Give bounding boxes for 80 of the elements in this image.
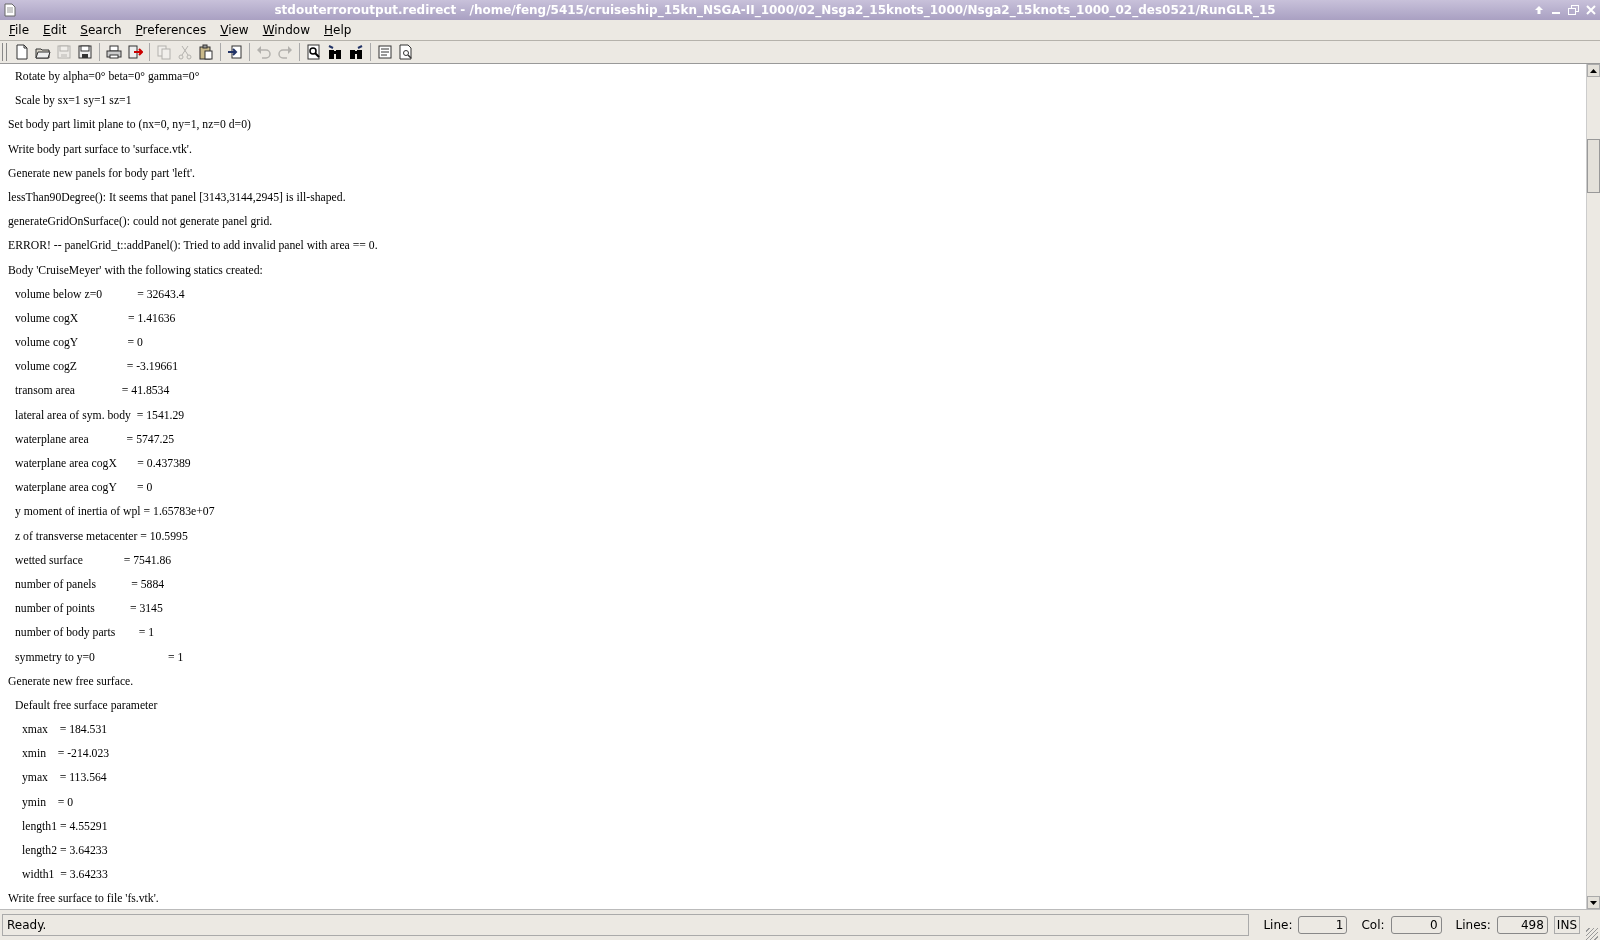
log-line: xmin = -214.023 xyxy=(21,747,111,763)
binoculars-icon xyxy=(327,44,343,60)
log-line: volume below z=0 = 32643.4 xyxy=(14,287,186,303)
log-line: generateGridOnSurface(): could not generate panel grid. xyxy=(8,215,274,231)
printer-icon xyxy=(106,44,122,60)
status-label: Line: xyxy=(1263,918,1293,932)
exit-door-icon xyxy=(127,44,143,60)
toolbar-button[interactable] xyxy=(75,42,95,62)
log-line: xmax = 184.531 xyxy=(21,723,109,739)
log-line: Body 'CruiseMeyer' with the following statics created: xyxy=(8,263,264,279)
document-icon xyxy=(377,44,393,60)
log-line: Write free surface to file 'fs.vtk'. xyxy=(8,892,160,908)
insert-mode-indicator: INS xyxy=(1553,916,1580,934)
status-message: Ready. xyxy=(2,914,1250,936)
log-line: ymax = 113.564 xyxy=(21,771,108,787)
scrollbar[interactable] xyxy=(1586,64,1600,909)
log-line: waterplane area cogY = 0 xyxy=(14,481,154,497)
log-line: lateral area of sym. body = 1541.29 xyxy=(14,408,186,424)
log-line: volume cogZ = -3.19661 xyxy=(14,360,180,376)
log-line: waterplane area cogX = 0.437389 xyxy=(14,457,192,472)
menu-item[interactable]: Edit xyxy=(36,23,74,37)
maximize-icon[interactable] xyxy=(1568,5,1579,15)
log-line: symmetry to y=0 = 1 xyxy=(14,650,185,666)
log-line: ymin = 0 xyxy=(21,795,75,811)
status-label: Lines: xyxy=(1455,918,1491,932)
search-icon xyxy=(306,44,322,60)
import-icon xyxy=(227,44,243,60)
log-line: Generate new free surface. xyxy=(8,674,135,690)
log-line: waterplane area = 5747.25 xyxy=(14,432,176,448)
log-line: length1 = 4.55291 xyxy=(21,819,109,835)
status-field: 498 xyxy=(1496,916,1548,934)
log-line: length2 = 3.64233 xyxy=(21,844,109,859)
log-line: Generate new panels for body part 'left'. xyxy=(8,166,196,182)
up-arrow-icon[interactable] xyxy=(1534,5,1544,15)
toolbar-button[interactable] xyxy=(196,42,216,62)
menu-item[interactable]: Preferences xyxy=(128,23,214,37)
undo-arrow-icon xyxy=(256,44,272,60)
copy-icon xyxy=(156,44,172,60)
close-icon[interactable] xyxy=(1586,5,1596,15)
document-icon xyxy=(4,3,16,17)
log-line: transom area = 41.8534 xyxy=(14,384,171,400)
menu-item[interactable]: File xyxy=(2,23,37,37)
toolbar-button[interactable] xyxy=(225,42,245,62)
document-search-icon xyxy=(398,44,414,60)
log-line: y moment of inertia of wpl = 1.65783e+07 xyxy=(14,505,216,521)
status-field: 1 xyxy=(1298,916,1348,934)
log-line: Scale by sx=1 sy=1 sz=1 xyxy=(14,94,133,110)
resize-grip[interactable] xyxy=(1586,928,1598,940)
scroll-up-button[interactable] xyxy=(1587,64,1600,77)
scroll-down-button[interactable] xyxy=(1587,896,1600,909)
redo-arrow-icon xyxy=(277,44,293,60)
binoculars-icon xyxy=(348,44,364,60)
scroll-thumb[interactable] xyxy=(1587,139,1600,193)
new-file-icon xyxy=(14,44,30,60)
clipboard-icon xyxy=(198,44,214,60)
menu-item[interactable]: Search xyxy=(73,23,129,37)
log-line: volume cogY = 0 xyxy=(14,336,144,352)
status-label: Col: xyxy=(1361,918,1385,932)
log-line: Set body part limit plane to (nx=0, ny=1, nz=0 d=0) xyxy=(8,118,252,134)
log-line: wetted surface = 7541.86 xyxy=(14,553,173,569)
log-line: width1 = 3.64233 xyxy=(21,868,109,884)
log-line: lessThan90Degree(): It seems that panel [3143,3144,2945] is ill-shaped. xyxy=(8,190,347,206)
scissors-icon xyxy=(177,44,193,60)
log-line: ERROR! -- panelGrid_t::addPanel(): Tried to add invalid panel with area == 0. xyxy=(8,239,379,255)
toolbar-button[interactable] xyxy=(104,42,124,62)
log-line: z of transverse metacenter = 10.5995 xyxy=(14,529,189,545)
log-line: number of panels = 5884 xyxy=(14,577,166,593)
menu-item[interactable]: Window xyxy=(255,23,317,37)
log-line: volume cogX = 1.41636 xyxy=(14,311,177,327)
log-line: Rotate by alpha=0° beta=0° gamma=0° xyxy=(14,70,201,85)
up-arrow-icon xyxy=(1590,68,1597,73)
menu-item[interactable]: View xyxy=(213,23,256,37)
menu-item[interactable]: Help xyxy=(317,23,359,37)
status-field: 0 xyxy=(1390,916,1442,934)
down-arrow-icon xyxy=(1590,900,1597,905)
log-line: number of body parts = 1 xyxy=(14,626,156,642)
log-line: Default free surface parameter xyxy=(14,698,159,714)
log-line: Write body part surface to 'surface.vtk'. xyxy=(8,142,193,158)
window-title: stdouterroroutput.redirect - /home/feng/5415/cruiseship_15kn_NSGA-II_1000/02_Nsga2_15knots_1000/Nsga2_15knots_1000_02_des0521/RunGLR_15 xyxy=(273,3,1277,17)
log-line: number of points = 3145 xyxy=(14,602,164,618)
